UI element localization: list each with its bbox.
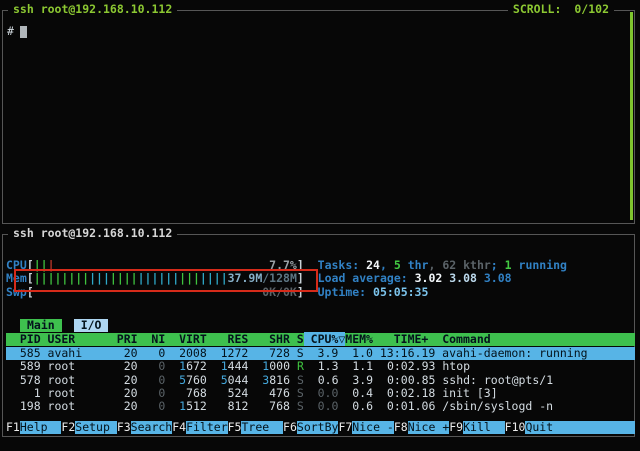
fkey-nice-minus[interactable]: F7Nice - — [338, 421, 393, 434]
process-row-198[interactable]: 198 root 20 0 1512 812 768 S 0.0 0.6 0:0… — [6, 400, 635, 413]
terminal-screen: ssh root@192.168.10.112 SCROLL: 0/102 # s… — [0, 0, 640, 451]
fkey-nice-plus[interactable]: F8Nice + — [394, 421, 449, 434]
fkey-tree[interactable]: F5Tree — [228, 421, 283, 434]
fbar-fill — [567, 421, 635, 434]
table-header[interactable]: PID USER PRI NI VIRT RES SHR S CPU%▽MEM%… — [6, 333, 635, 346]
fkey-setup[interactable]: F2Setup — [61, 421, 116, 434]
tab-main[interactable]: Main — [20, 319, 62, 332]
process-row-589[interactable]: 589 root 20 0 1672 1444 1000 R 1.3 1.1 0… — [6, 360, 635, 373]
process-row-585-selected[interactable]: 585 avahi 20 0 2008 1272 728 S 3.9 1.0 1… — [6, 347, 635, 360]
fkey-quit[interactable]: F10Quit — [505, 421, 567, 434]
process-row-578[interactable]: 578 root 20 0 5760 5044 3816 S 0.6 3.9 0… — [6, 374, 635, 387]
process-table: 585 avahi 20 0 2008 1272 728 S 3.9 1.0 1… — [6, 347, 635, 414]
fkey-search[interactable]: F3Search — [117, 421, 172, 434]
shell-prompt[interactable]: # — [7, 25, 27, 38]
fkey-sortby[interactable]: F6SortBy — [283, 421, 338, 434]
fkey-help[interactable]: F1Help — [6, 421, 61, 434]
scroll-value: 0/102 — [574, 2, 609, 16]
top-pane-border — [2, 10, 635, 224]
cursor-block — [20, 26, 27, 38]
scroll-indicator: SCROLL: 0/102 — [508, 3, 614, 16]
top-pane-title: ssh root@192.168.10.112 — [8, 3, 177, 16]
bottom-pane-title: ssh root@192.168.10.112 — [8, 227, 177, 240]
process-row-1[interactable]: 1 root 20 0 768 524 476 S 0.0 0.4 0:02.1… — [6, 387, 635, 400]
htop-tabs: Main I/O — [6, 319, 635, 332]
prompt-char: # — [7, 24, 14, 38]
annotation-box-mem — [14, 269, 318, 292]
scrollbar[interactable] — [630, 12, 633, 220]
tab-io[interactable]: I/O — [74, 319, 109, 332]
fkey-kill[interactable]: F9Kill — [449, 421, 504, 434]
fkey-filter[interactable]: F4Filter — [172, 421, 227, 434]
function-key-bar: F1Help F2Setup F3Search F4Filter F5Tree … — [6, 421, 635, 434]
scroll-label: SCROLL: — [513, 2, 561, 16]
